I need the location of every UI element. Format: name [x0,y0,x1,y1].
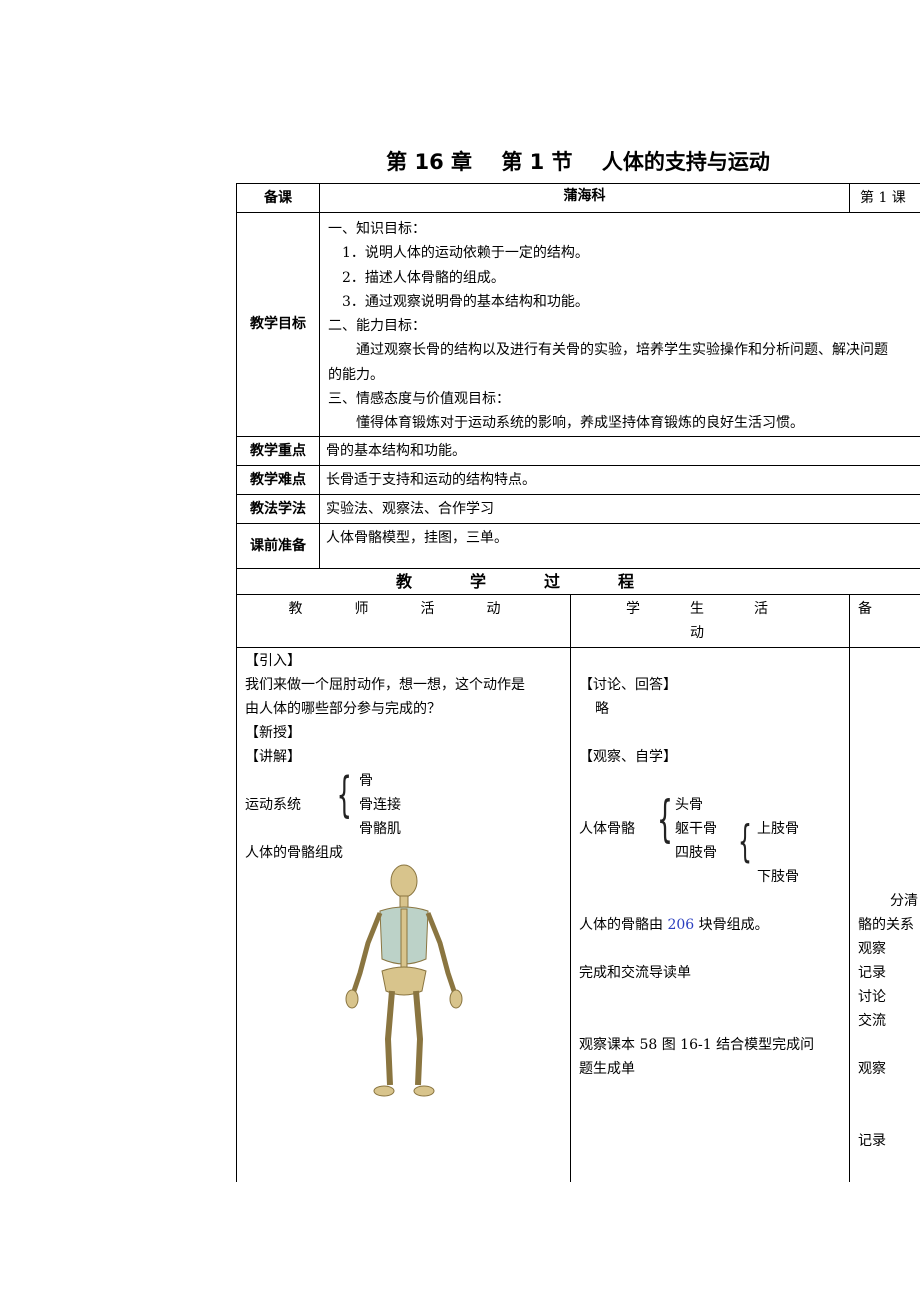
note-1: 分清 [890,892,918,909]
goals-content: 一、知识目标： 1．说明人体的运动依赖于一定的结构。 2．描述人体骨骼的组成。 … [319,212,920,437]
column-teacher-activity: 教师活动 [236,593,571,648]
goal-heading-ability: 二、能力目标： [328,318,426,335]
skeleton-caption-a: 人体的 [245,844,287,861]
teacher-new-lesson: 【新授】 [245,724,301,741]
left-arm-icon [351,911,383,992]
note-6: 交流 [858,1012,886,1029]
brace-icon: { [656,789,673,848]
note-2: 骼的关系 [858,916,914,933]
notes-cell: 分清 骼的关系 观察 记录 讨论 交流 观察 记录 讨论 [849,646,920,1182]
right-leg-icon [413,990,424,1085]
column-header-row: 教师活动 学生活动 备 [236,593,920,648]
teacher-name: 蒲海科 [319,183,850,213]
system-part-muscle: 骨骼肌 [359,820,401,837]
preparation-text: 人体骨骼模型，挂图，三单。 [319,522,920,569]
right-foot-icon [413,1085,435,1097]
key-point-text: 骨的基本结构和功能。 [319,435,920,466]
label-key-point: 教学重点 [236,435,320,466]
pelvis-icon [381,966,427,996]
goals-row: 教学目标 一、知识目标： 1．说明人体的运动依赖于一定的结构。 2．描述人体骨骼… [236,212,920,437]
teacher-intro: 【引入】 [245,652,301,669]
note-7: 观察 [858,1060,886,1077]
label-prep-teacher: 备课 [236,183,320,213]
goal-knowledge-1: 1．说明人体的运动依赖于一定的结构。 [342,245,589,262]
skull-icon [390,864,418,898]
teacher-explain: 【讲解】 [245,748,301,765]
teacher-question-line-2: 由人体的哪些部分参与完成的？ [245,700,441,717]
bone-count-prefix: 人体的骨骼由 [579,916,663,933]
bone-limbs: 四肢骨 [675,844,717,861]
note-8: 记录 [858,1132,886,1149]
label-goals: 教学目标 [236,212,320,437]
student-omit: 略 [595,700,609,717]
label-preparation: 课前准备 [236,522,320,569]
title-chapter: 第 16 章 [386,150,472,174]
right-arm-icon [425,911,457,992]
goal-heading-attitude: 三、情感态度与价值观目标： [328,391,510,408]
teacher-activity-cell: 【引入】 我们来做一个屈肘动作，想一想，这个动作是 由人体的哪些部分参与完成的？… [236,646,571,1182]
left-hand-icon [345,989,359,1009]
column-student-activity: 学生活动 [570,593,850,648]
goal-knowledge-2: 2．描述人体骨骼的组成。 [342,269,505,286]
student-book-line-1: 观察课本 58 图 16-1 结合模型完成问 [579,1036,815,1053]
right-hand-icon [449,989,463,1009]
key-row: 教学重点 骨的基本结构和功能。 [236,435,920,466]
lesson-plan-table: 备课 蒲海科 第 1 课 教学目标 一、知识目标： 1．说明人体的运动依赖于一定… [236,183,920,1182]
difficult-row: 教学难点 长骨适于支持和运动的结构特点。 [236,464,920,495]
neck-icon [399,895,409,909]
header-row: 备课 蒲海科 第 1 课 [236,183,920,213]
brace-icon: { [738,815,752,867]
student-guide-sheet: 完成和交流导读单 [579,964,691,981]
system-part-bone: 骨 [359,772,373,789]
note-4: 记录 [858,964,886,981]
student-observe: 【观察、自学】 [579,748,677,765]
bone-head: 头骨 [675,796,703,813]
left-foot-icon [373,1085,395,1097]
process-title: 教学过程 [395,571,692,591]
skeleton-illustration [345,864,463,1097]
skeleton-caption: 人体的骨骼组成 [245,841,343,865]
note-3: 观察 [858,940,886,957]
column-notes: 备 [849,593,920,648]
goal-attitude-1: 懂得体育锻炼对于运动系统的影响，养成坚持体育锻炼的良好生活习惯。 [356,415,804,432]
method-row: 教法学法 实验法、观察法、合作学习 [236,493,920,524]
bone-count-suffix: 块骨组成。 [698,916,769,933]
goal-heading-knowledge: 一、知识目标： [328,221,426,237]
activity-row: 【引入】 我们来做一个屈肘动作，想一想，这个动作是 由人体的哪些部分参与完成的？… [236,646,920,1182]
goal-knowledge-3: 3．通过观察说明骨的基本结构和功能。 [342,293,589,310]
method-text: 实验法、观察法、合作学习 [319,493,920,524]
bone-lower-limb: 下肢骨 [757,868,799,885]
prep-row: 课前准备 人体骨骼模型，挂图，三单。 [236,522,920,569]
bone-count-number: 206 [667,916,695,933]
bone-count-line: 人体的骨骼由 206 块骨组成。 [579,913,769,937]
label-method: 教法学法 [236,493,320,524]
bone-upper-limb: 上肢骨 [757,820,799,837]
motor-system-label: 运动系统 [245,796,301,813]
student-book-line-2: 题生成单 [579,1060,635,1077]
teacher-question-line-1: 我们来做一个屈肘动作，想一想，这个动作是 [245,676,525,693]
brace-icon: { [336,766,352,823]
title-topic: 人体的支持与运动 [601,150,770,174]
title-section: 第 1 节 [501,150,573,174]
lesson-number: 第 1 课 [849,183,920,213]
system-part-joint: 骨连接 [359,796,401,813]
bone-trunk: 躯干骨 [675,820,717,837]
student-discuss: 【讨论、回答】 [579,676,677,693]
difficult-point-text: 长骨适于支持和运动的结构特点。 [319,464,920,495]
page-title: 第 16 章 第 1 节 人体的支持与运动 [236,146,920,176]
skeleton-label: 人体骨骼 [579,820,635,837]
goal-ability-2: 的能力。 [328,366,384,383]
student-activity-cell: 【讨论、回答】 略 【观察、自学】 人体骨骼 { 头骨 躯干骨 四肢骨 { 上肢… [570,646,850,1182]
skeleton-caption-b: 骨骼组成 [287,844,343,861]
left-leg-icon [384,990,395,1085]
process-title-row: 教学过程 [236,567,920,595]
goal-ability-1: 通过观察长骨的结构以及进行有关骨的实验，培养学生实验操作和分析问题、解决问题 [356,342,888,359]
note-5: 讨论 [858,988,886,1005]
label-difficult-point: 教学难点 [236,464,320,495]
